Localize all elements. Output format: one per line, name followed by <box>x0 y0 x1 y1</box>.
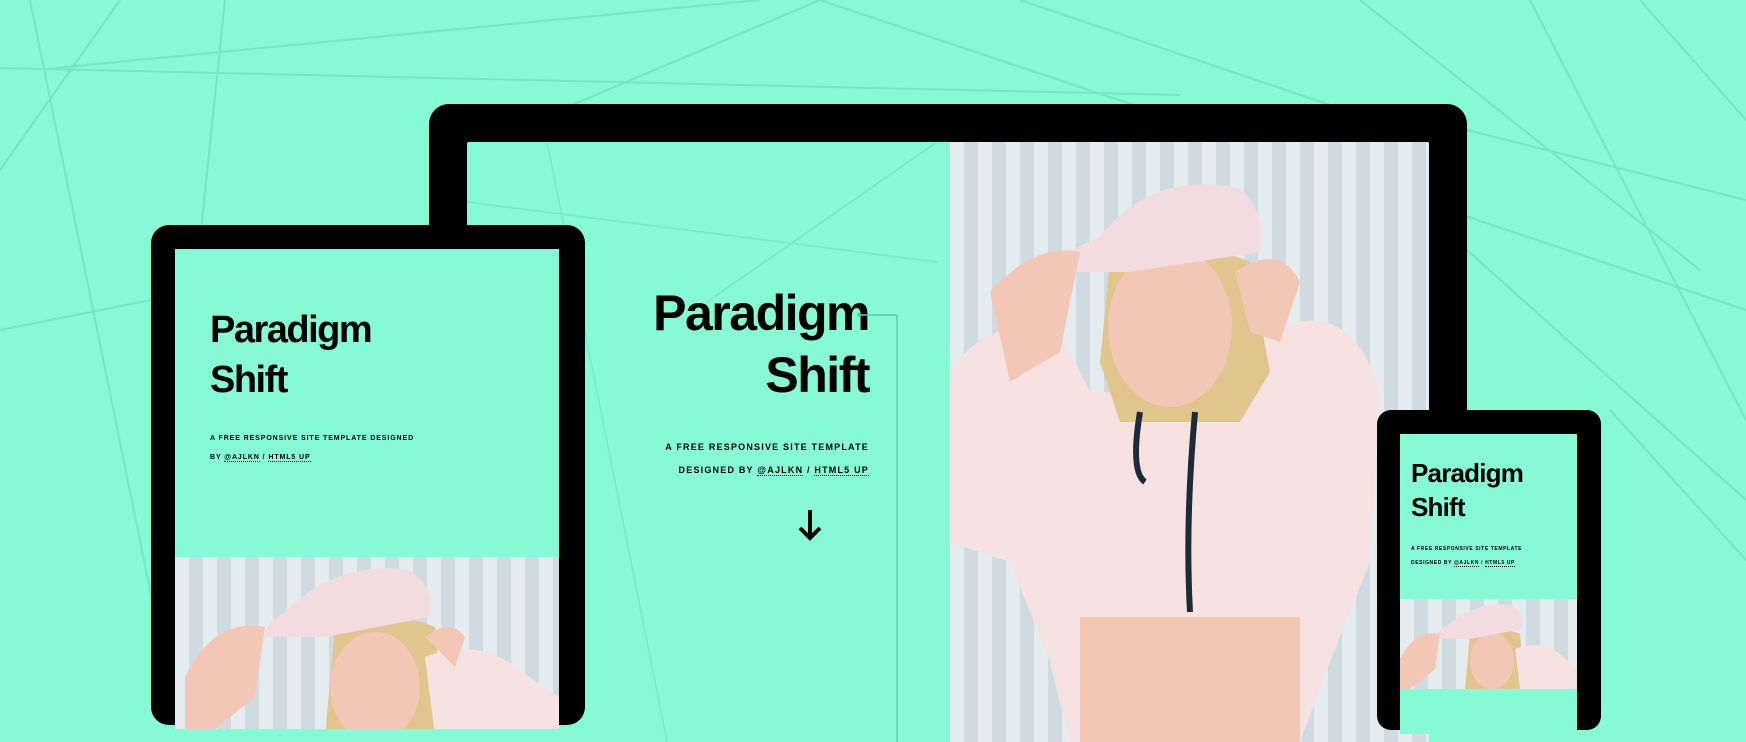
person-in-cap-image <box>950 184 1380 742</box>
tablet-person-image <box>185 568 559 729</box>
tablet-subtitle-line1: A FREE RESPONSIVE SITE TEMPLATE DESIGNED <box>210 435 415 442</box>
phone-title-line1: Paradigm <box>1411 458 1524 488</box>
tablet-photo <box>175 557 559 729</box>
hero-subtitle-prefix: DESIGNED BY <box>678 465 758 475</box>
link-separator: / <box>803 465 815 475</box>
phone-screen: Paradigm Shift A FREE RESPONSIVE SITE TE… <box>1400 434 1577 734</box>
phone-subtitle-line1: A FREE RESPONSIVE SITE TEMPLATE <box>1411 546 1523 552</box>
author-link[interactable]: @AJLKN <box>757 465 804 476</box>
phone-title-line2: Shift <box>1411 492 1466 522</box>
phone-html5up-link[interactable]: HTML5 UP <box>1485 560 1515 567</box>
phone-subtitle: A FREE RESPONSIVE SITE TEMPLATE DESIGNED… <box>1411 542 1522 570</box>
hero-title-line1: Paradigm <box>653 285 870 341</box>
hero-photo <box>950 142 1429 742</box>
desktop-screen: Paradigm Shift A FREE RESPONSIVE SITE TE… <box>467 142 1429 742</box>
tablet-title: Paradigm Shift <box>210 305 373 405</box>
tablet-title-line1: Paradigm <box>210 309 373 351</box>
tablet-mockup: Paradigm Shift A FREE RESPONSIVE SITE TE… <box>151 225 585 729</box>
tablet-title-line2: Shift <box>210 359 288 401</box>
phone-author-link[interactable]: @AJLKN <box>1453 560 1480 567</box>
phone-title: Paradigm Shift <box>1411 456 1524 524</box>
tablet-screen: Paradigm Shift A FREE RESPONSIVE SITE TE… <box>175 249 559 729</box>
phone-person-image <box>1400 604 1577 689</box>
phone-mockup: Paradigm Shift A FREE RESPONSIVE SITE TE… <box>1377 410 1601 734</box>
hero-title-line2: Shift <box>765 347 870 403</box>
arrow-down-icon[interactable] <box>797 508 823 542</box>
decorative-connector-line <box>857 313 898 742</box>
phone-photo <box>1400 599 1577 689</box>
tablet-subtitle-prefix: BY <box>210 454 225 461</box>
hero-subtitle-line1: A FREE RESPONSIVE SITE TEMPLATE <box>665 442 869 452</box>
tablet-html5up-link[interactable]: HTML5 UP <box>268 454 311 462</box>
tablet-author-link[interactable]: @AJLKN <box>224 454 260 462</box>
tablet-subtitle: A FREE RESPONSIVE SITE TEMPLATE DESIGNED… <box>210 429 414 467</box>
phone-subtitle-prefix: DESIGNED BY <box>1411 560 1454 566</box>
